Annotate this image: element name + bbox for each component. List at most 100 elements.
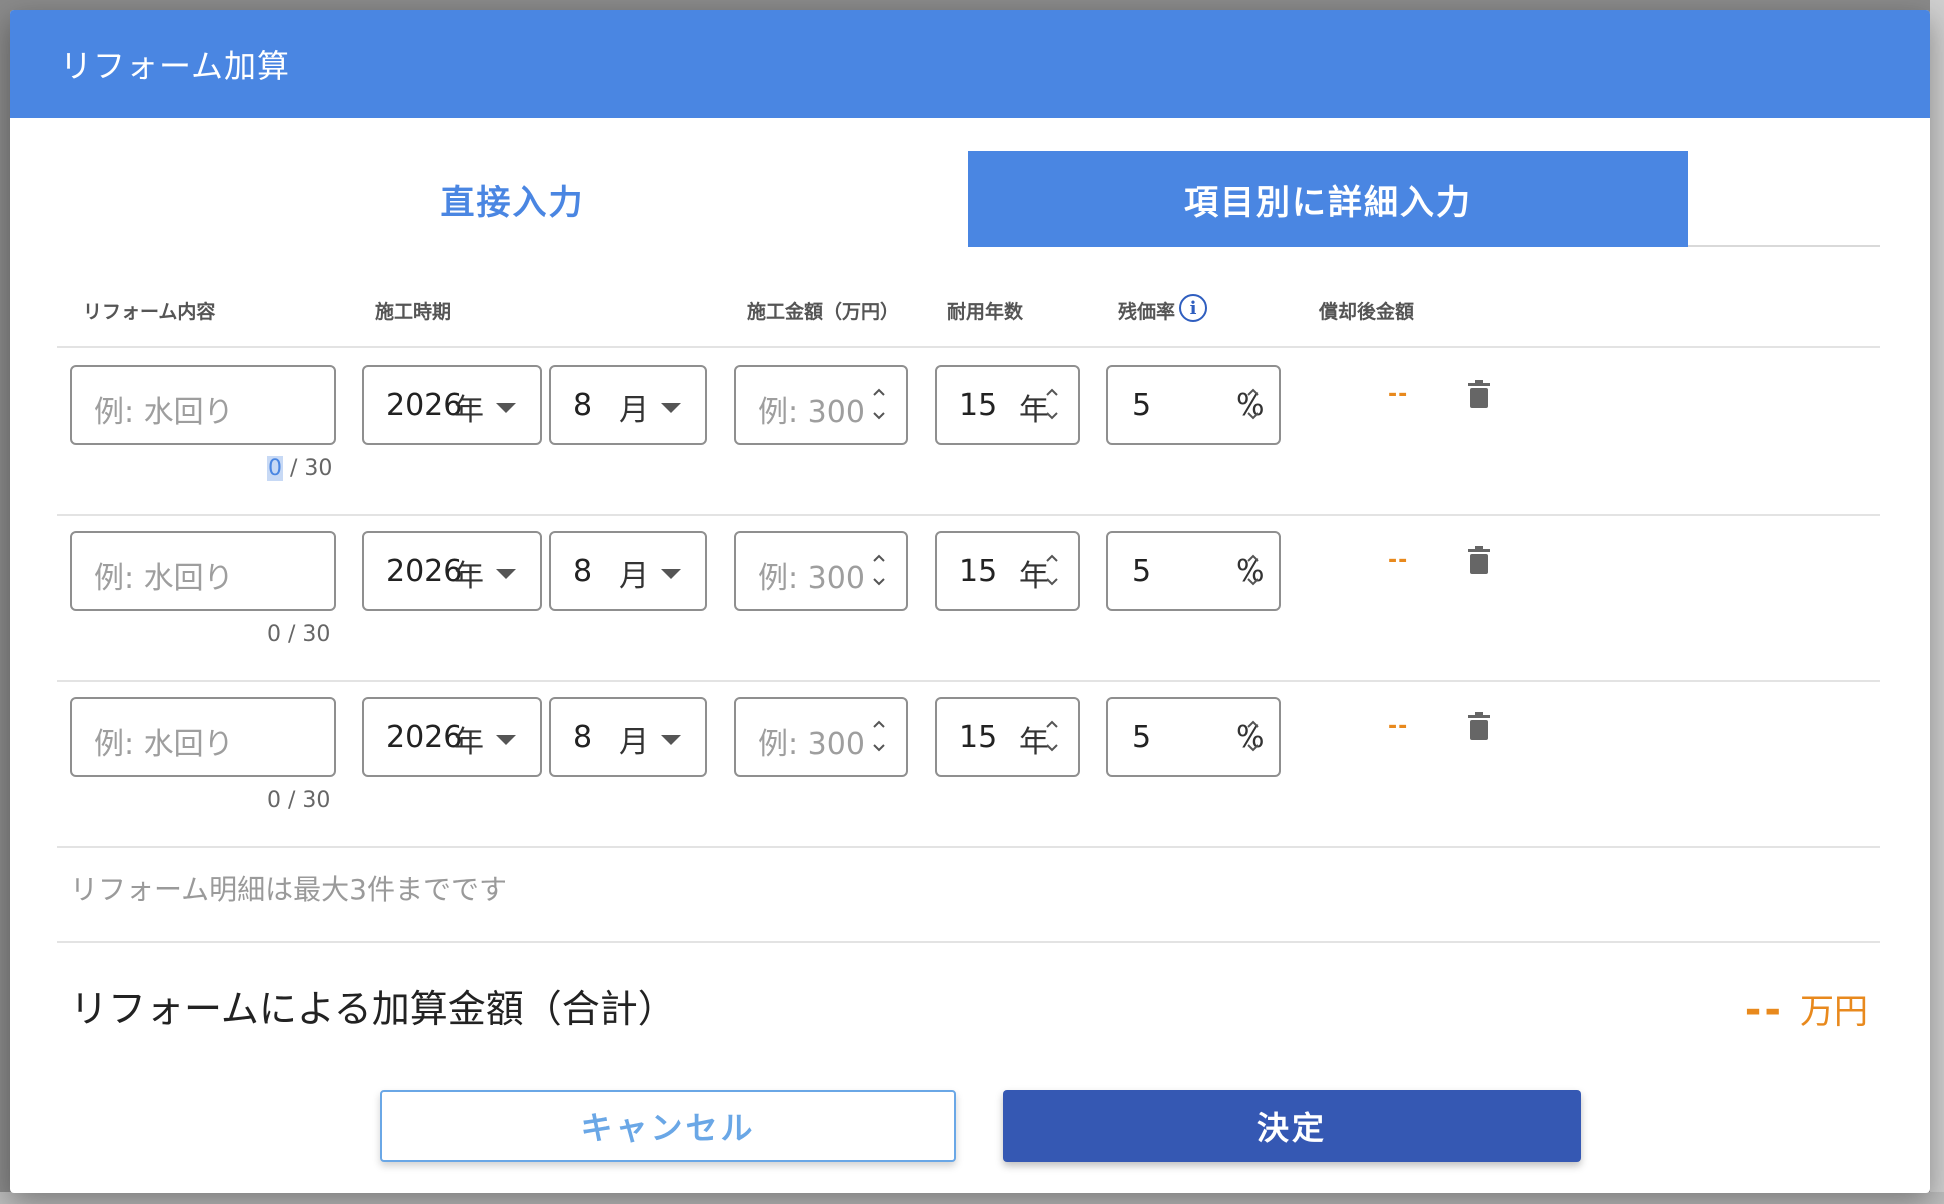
dialog-header: リフォーム加算 [10, 10, 1930, 118]
reform-content-input[interactable]: 例: 水回り [70, 365, 336, 445]
number-spinner[interactable] [1041, 383, 1063, 427]
spin-up-icon[interactable] [1246, 719, 1260, 733]
reform-content-placeholder: 例: 水回り [94, 727, 234, 762]
month-unit: 月 [619, 559, 649, 594]
cancel-button[interactable]: キャンセル [380, 1090, 956, 1162]
residual-rate-input[interactable]: 5 % [1106, 365, 1281, 445]
spin-down-icon[interactable] [872, 577, 886, 591]
reform-dialog: リフォーム加算 直接入力 項目別に詳細入力 リフォーム内容 施工時期 施工金額（… [10, 10, 1930, 1193]
max-items-note: リフォーム明細は最大3件までです [70, 873, 507, 906]
amount-input[interactable]: 例: 300 [734, 365, 908, 445]
spin-down-icon[interactable] [1246, 411, 1260, 425]
number-spinner[interactable] [868, 383, 890, 427]
spin-up-icon[interactable] [1045, 553, 1059, 567]
life-years-value: 15 [959, 554, 998, 589]
number-spinner[interactable] [1242, 549, 1264, 593]
amount-placeholder: 例: 300 [758, 727, 865, 762]
year-unit: 年 [454, 725, 484, 760]
year-select[interactable]: 2026 年 [362, 531, 542, 611]
residual-rate-value: 5 [1132, 554, 1152, 589]
info-icon[interactable]: i [1179, 294, 1207, 322]
chevron-down-icon [496, 735, 516, 745]
char-counter-max: / 30 [283, 456, 333, 481]
background-page-edge [1930, 0, 1944, 1204]
amount-input[interactable]: 例: 300 [734, 697, 908, 777]
amount-placeholder: 例: 300 [758, 561, 865, 596]
input-mode-tabs: 直接入力 項目別に詳細入力 [57, 151, 1880, 247]
delete-row-button[interactable] [1468, 380, 1490, 408]
life-years-input[interactable]: 15 年 [935, 531, 1080, 611]
residual-rate-input[interactable]: 5 % [1106, 697, 1281, 777]
residual-rate-input[interactable]: 5 % [1106, 531, 1281, 611]
life-years-value: 15 [959, 388, 998, 423]
column-header-amount: 施工金額（万円） [747, 301, 900, 323]
residual-rate-value: 5 [1132, 720, 1152, 755]
chevron-down-icon [661, 403, 681, 413]
background-page-bottom [0, 1192, 1944, 1204]
chevron-down-icon [496, 569, 516, 579]
delete-row-button[interactable] [1468, 546, 1490, 574]
depreciated-amount: -- [1388, 714, 1409, 739]
dialog-title: リフォーム加算 [60, 47, 291, 85]
total-amount-value: -- [1744, 987, 1784, 1033]
trash-icon [1468, 380, 1490, 408]
column-header-period: 施工時期 [375, 301, 452, 323]
residual-rate-value: 5 [1132, 388, 1152, 423]
divider [57, 941, 1880, 943]
spin-down-icon[interactable] [1246, 743, 1260, 757]
amount-placeholder: 例: 300 [758, 395, 865, 430]
month-value: 8 [573, 388, 593, 423]
confirm-button[interactable]: 決定 [1003, 1090, 1581, 1162]
tab-detailed-input[interactable]: 項目別に詳細入力 [968, 151, 1688, 247]
depreciated-amount: -- [1388, 382, 1409, 407]
spin-up-icon[interactable] [1246, 553, 1260, 567]
reform-row: 例: 水回り 0 / 30 2026 年 8 月 例: 300 15 年 5 %… [57, 682, 1880, 848]
tab-direct-input[interactable]: 直接入力 [57, 151, 968, 247]
spin-up-icon[interactable] [1045, 719, 1059, 733]
number-spinner[interactable] [1041, 549, 1063, 593]
reform-content-input[interactable]: 例: 水回り [70, 697, 336, 777]
life-years-input[interactable]: 15 年 [935, 697, 1080, 777]
spin-down-icon[interactable] [1045, 743, 1059, 757]
amount-input[interactable]: 例: 300 [734, 531, 908, 611]
spin-up-icon[interactable] [872, 553, 886, 567]
spin-down-icon[interactable] [1045, 411, 1059, 425]
year-select[interactable]: 2026 年 [362, 697, 542, 777]
year-select[interactable]: 2026 年 [362, 365, 542, 445]
month-unit: 月 [619, 393, 649, 428]
chevron-down-icon [661, 735, 681, 745]
spin-up-icon[interactable] [872, 387, 886, 401]
reform-content-placeholder: 例: 水回り [94, 395, 234, 430]
column-header-life: 耐用年数 [947, 301, 1024, 323]
month-unit: 月 [619, 725, 649, 760]
number-spinner[interactable] [868, 715, 890, 759]
table-header: リフォーム内容 施工時期 施工金額（万円） 耐用年数 残価率 i 償却後金額 [57, 250, 1880, 348]
column-header-content: リフォーム内容 [83, 301, 216, 323]
spin-down-icon[interactable] [872, 743, 886, 757]
spin-down-icon[interactable] [1246, 577, 1260, 591]
number-spinner[interactable] [1041, 715, 1063, 759]
month-select[interactable]: 8 月 [549, 365, 707, 445]
year-value: 2026 [386, 720, 463, 755]
spin-up-icon[interactable] [872, 719, 886, 733]
total-label: リフォームによる加算金額（合計） [70, 987, 676, 1031]
spin-up-icon[interactable] [1246, 387, 1260, 401]
number-spinner[interactable] [868, 549, 890, 593]
total-amount-unit: 万円 [1800, 992, 1868, 1032]
spin-down-icon[interactable] [872, 411, 886, 425]
trash-icon [1468, 712, 1490, 740]
month-select[interactable]: 8 月 [549, 531, 707, 611]
reform-content-input[interactable]: 例: 水回り [70, 531, 336, 611]
depreciated-amount: -- [1388, 548, 1409, 573]
spin-up-icon[interactable] [1045, 387, 1059, 401]
number-spinner[interactable] [1242, 383, 1264, 427]
spin-down-icon[interactable] [1045, 577, 1059, 591]
life-years-value: 15 [959, 720, 998, 755]
reform-row: 例: 水回り 0 / 30 2026 年 8 月 例: 300 15 年 5 %… [57, 516, 1880, 682]
number-spinner[interactable] [1242, 715, 1264, 759]
month-select[interactable]: 8 月 [549, 697, 707, 777]
delete-row-button[interactable] [1468, 712, 1490, 740]
char-counter: 0 / 30 [267, 456, 332, 481]
life-years-input[interactable]: 15 年 [935, 365, 1080, 445]
total-amount: -- 万円 [1745, 984, 1868, 1033]
